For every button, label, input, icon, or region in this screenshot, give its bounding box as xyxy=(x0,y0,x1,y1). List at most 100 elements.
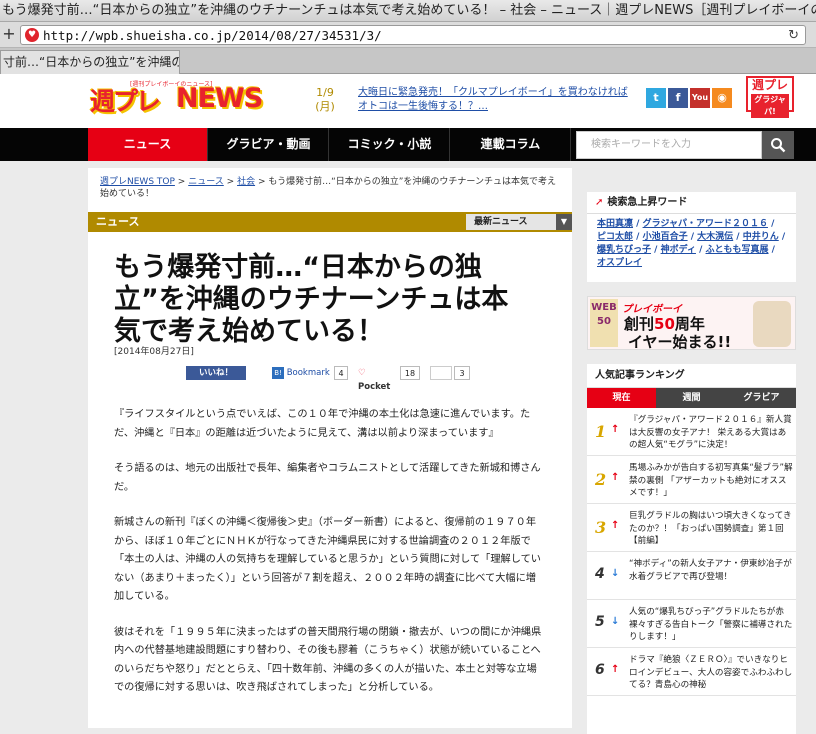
pocket-count: 18 xyxy=(400,366,420,380)
breadcrumb-separator: > xyxy=(226,177,235,187)
trend-word[interactable]: 神ボディ xyxy=(661,245,696,255)
trend-word[interactable]: 本田真凜 xyxy=(597,219,633,229)
facebook-like-button[interactable]: いいね！ xyxy=(186,366,246,380)
date-day: 1/9 xyxy=(316,86,334,99)
rank-down-icon: ↓ xyxy=(611,568,620,579)
trending-words: 本田真凜 / グラジャパ・アワード２０１６ / ピコ太郎 / 小池百合子 / 大… xyxy=(597,219,786,268)
chevron-down-icon: ▼ xyxy=(556,214,572,230)
rank-number: 1 xyxy=(595,422,607,441)
trend-word[interactable]: 爆乳ちびっ子 xyxy=(597,245,651,255)
header-date: 1/9 (月) xyxy=(308,86,342,114)
rank-up-icon: ↑ xyxy=(611,472,620,483)
nav-comic[interactable]: コミック・小説 xyxy=(330,128,450,161)
like-label: いいね！ xyxy=(198,368,233,378)
ranking-item[interactable]: 4 ↓ “神ボディ”の新人女子アナ・伊東紗冶子が水着グラビアで再び登場！ xyxy=(587,552,796,600)
rank-down-icon: ↓ xyxy=(611,616,620,627)
tab-current[interactable]: 現在 xyxy=(587,388,656,408)
breadcrumb-home[interactable]: 週プレNEWS TOP xyxy=(100,177,175,187)
browser-tab[interactable]: 寸前…“日本からの独立”を沖縄のウチ… xyxy=(0,50,180,74)
trend-word[interactable]: オスプレイ xyxy=(597,258,642,268)
latest-news-dropdown[interactable]: 最新ニュース ▼ xyxy=(466,214,572,230)
trend-arrow-icon: ➚ xyxy=(595,197,604,208)
ranking-item[interactable]: 6 ↑ ドラマ『絶狼〈ＺＥＲＯ〉』でいきなりヒロインデビュー、大人の容姿でふわふ… xyxy=(587,648,796,696)
tab-gravure[interactable]: グラビア xyxy=(727,388,796,408)
section-label: ニュース xyxy=(96,215,140,228)
address-field[interactable]: ♥ http://wpb.shueisha.co.jp/2014/08/27/3… xyxy=(20,25,806,45)
bookmark-label: Bookmark xyxy=(286,368,330,378)
rank-text: 人気の“爆乳ちびっ子”グラドルたちが赤裸々すぎる告白トーク「警察に補導されたりし… xyxy=(629,607,793,642)
share-other-button[interactable] xyxy=(430,366,452,380)
rank-text: 『グラジャパ・アワード２０１６』新人賞は大反響の女子アナ！ 栄えある大賞はあの超… xyxy=(629,415,792,450)
nav-column[interactable]: 連載コラム xyxy=(451,128,571,161)
url-text[interactable]: http://wpb.shueisha.co.jp/2014/08/27/345… xyxy=(43,26,382,45)
nav-gravure[interactable]: グラビア・動画 xyxy=(209,128,329,161)
trend-word[interactable]: 大木滉伝 xyxy=(697,232,733,242)
rank-text: ドラマ『絶狼〈ＺＥＲＯ〉』でいきなりヒロインデビュー、大人の容姿でふわふわしてる… xyxy=(629,655,793,690)
ranking-item[interactable]: 1 ↑ 『グラジャパ・アワード２０１６』新人賞は大反響の女子アナ！ 栄えある大賞… xyxy=(587,408,796,456)
hatena-bookmark-button[interactable]: B! Bookmark xyxy=(272,366,332,380)
facebook-icon[interactable]: f xyxy=(668,88,688,108)
tab-weekly[interactable]: 週間 xyxy=(657,388,726,408)
trend-word[interactable]: ピコ太郎 xyxy=(597,232,633,242)
twitter-icon[interactable]: t xyxy=(646,88,666,108)
header-headline-link[interactable]: 大晦日に緊急発売！「クルマプレイボーイ」を買わなければオトコは一生後悔する！？… xyxy=(358,86,628,114)
ranking-item[interactable]: 2 ↑ 馬場ふみかが告白する初写真集“髪ブラ”解禁の裏側 「アザーカットも絶対に… xyxy=(587,456,796,504)
rank-number: 6 xyxy=(595,662,605,678)
pocket-icon: ♡ xyxy=(358,368,366,378)
rank-text: 馬場ふみかが告白する初写真集“髪ブラ”解禁の裏側 「アザーカットも絶対にオススメ… xyxy=(629,463,793,498)
banner-line2: イヤー始まる!! xyxy=(628,333,732,351)
trending-words-box: ➚ 検索急上昇ワード 本田真凜 / グラジャパ・アワード２０１６ / ピコ太郎 /… xyxy=(587,192,796,282)
window-title: もう爆発寸前…“日本からの独立”を沖縄のウチナーンチュは本気で考え始めている！ … xyxy=(0,0,816,22)
search-button[interactable] xyxy=(762,131,794,159)
trend-word[interactable]: グラジャパ・アワード２０１６ xyxy=(643,219,768,229)
trending-title: 検索急上昇ワード xyxy=(607,197,688,208)
breadcrumb: 週プレNEWS TOP > ニュース > 社会 > もう爆発寸前…“日本からの独… xyxy=(100,176,560,200)
ranking-item[interactable]: 5 ↓ 人気の“爆乳ちびっ子”グラドルたちが赤裸々すぎる告白トーク「警察に補導さ… xyxy=(587,600,796,648)
social-links: t f You ◉ xyxy=(646,88,732,108)
article-paragraph: 新城さんの新刊『ぼくの沖縄＜復帰後＞史』（ボーダー新書）によると、復帰前の１９７… xyxy=(114,517,541,602)
search-icon xyxy=(771,138,786,153)
ranking-item[interactable]: 3 ↑ 巨乳グラドルの胸はいつ頃大きくなってきたのか？！「おっぱい国勢調査」第１… xyxy=(587,504,796,552)
banner-character-image xyxy=(753,301,791,347)
reload-icon[interactable]: ↻ xyxy=(788,26,799,45)
breadcrumb-news[interactable]: ニュース xyxy=(188,177,224,187)
rank-text: 巨乳グラドルの胸はいつ頃大きくなってきたのか？！「おっぱい国勢調査」第１回【前編… xyxy=(629,511,792,546)
rank-number: 4 xyxy=(595,566,605,582)
badge-top: 週プレ xyxy=(751,78,788,92)
latest-news-label: 最新ニュース xyxy=(474,217,528,227)
ranking-tabs: 現在 週間 グラビア xyxy=(587,388,796,408)
article-paragraph: 彼はそれを「１９９５年に決まったはずの普天間飛行場の閉鎖・撤去が、いつの間にか沖… xyxy=(114,626,542,694)
date-weekday: (月) xyxy=(315,100,335,113)
article-paragraph: そう語るのは、地元の出版社で長年、編集者やコラムニストとして活躍してきた新城和博… xyxy=(114,463,541,493)
youtube-icon[interactable]: You xyxy=(690,88,710,108)
gravure-japan-badge[interactable]: 週プレ グラジャパ! xyxy=(746,76,794,118)
article-column: 週プレNEWS TOP > ニュース > 社会 > もう爆発寸前…“日本からの独… xyxy=(88,168,572,728)
site-favicon-icon: ♥ xyxy=(25,28,39,42)
anniversary-banner[interactable]: WEB 50 プレイボーイ 創刊50周年 イヤー始まる!! xyxy=(587,296,796,351)
rank-up-icon: ↑ xyxy=(611,520,620,531)
share-buttons: いいね！ B! Bookmark 4 ♡ Pocket 18 3 xyxy=(186,366,486,392)
rank-number: 3 xyxy=(595,518,607,537)
article-title: もう爆発寸前…“日本からの独立”を沖縄のウチナーンチュは本気で考え始めている！ xyxy=(114,252,509,347)
add-bookmark-icon[interactable]: + xyxy=(2,25,16,43)
hatena-icon: B! xyxy=(272,367,284,379)
search-input[interactable]: 検索キーワードを入力 xyxy=(576,131,762,159)
breadcrumb-category[interactable]: 社会 xyxy=(237,177,255,187)
trend-word[interactable]: 中井りん xyxy=(743,232,779,242)
nav-news[interactable]: ニュース xyxy=(88,128,208,161)
rank-text: “神ボディ”の新人女子アナ・伊東紗冶子が水着グラビアで再び登場！ xyxy=(629,559,792,582)
badge-bottom: グラジャパ! xyxy=(751,94,789,118)
other-count: 3 xyxy=(454,366,470,380)
pocket-button[interactable]: ♡ Pocket xyxy=(358,366,398,392)
tab-bar: 寸前…“日本からの独立”を沖縄のウチ… xyxy=(0,48,816,74)
rss-icon[interactable]: ◉ xyxy=(712,88,732,108)
ranking-title: 人気記事ランキング xyxy=(587,364,796,388)
site-logo[interactable]: [週刊プレイボーイのニュース] 週プレ NEWS xyxy=(90,81,286,120)
rank-number: 5 xyxy=(595,614,605,630)
logo-news: NEWS xyxy=(176,83,263,114)
trend-word[interactable]: 小池百合子 xyxy=(643,232,688,242)
trend-word[interactable]: ふともも写真展 xyxy=(706,245,769,255)
ranking-box: 人気記事ランキング 現在 週間 グラビア 1 ↑ 『グラジャパ・アワード２０１６… xyxy=(587,364,796,734)
article-body: 『ライフスタイルという点でいえば、この１０年で沖縄の本土化は急速に進んでいます。… xyxy=(114,406,546,715)
site-header: [週刊プレイボーイのニュース] 週プレ NEWS 1/9 (月) 大晦日に緊急発… xyxy=(0,74,816,128)
